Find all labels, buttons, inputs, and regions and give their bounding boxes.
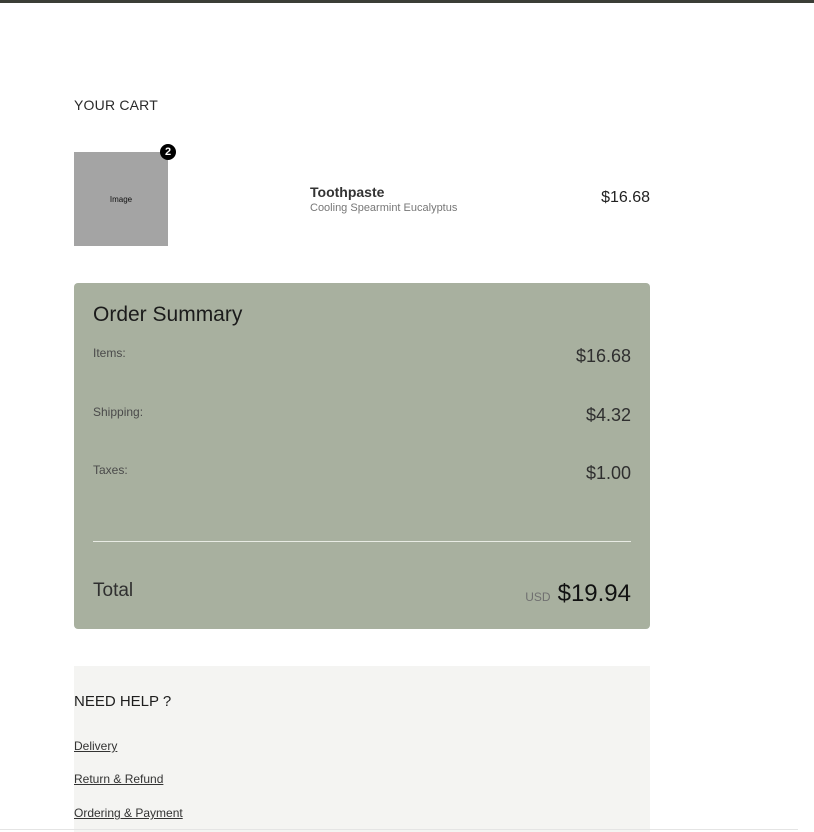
total-value: $19.94 — [557, 580, 631, 607]
bottom-divider — [0, 829, 798, 830]
return-refund-link[interactable]: Return & Refund — [74, 772, 163, 786]
product-price: $16.68 — [601, 189, 650, 206]
shipping-value: $4.32 — [585, 405, 631, 425]
items-label: Items: — [93, 346, 126, 360]
currency-code: USD — [525, 590, 551, 604]
delivery-link[interactable]: Delivery — [74, 739, 117, 753]
help-title: NEED HELP ? — [74, 693, 172, 710]
order-summary: Order Summary Items: $16.68 Shipping: $4… — [74, 283, 650, 629]
product-image: Image — [74, 152, 168, 246]
top-bar — [0, 0, 814, 3]
taxes-value: $1.00 — [585, 463, 631, 483]
summary-divider — [93, 541, 631, 542]
ordering-payment-link[interactable]: Ordering & Payment — [74, 806, 183, 820]
cart-title: YOUR CART — [74, 97, 158, 113]
image-placeholder-label: Image — [109, 194, 133, 204]
taxes-label: Taxes: — [93, 463, 128, 477]
product-variant: Cooling Spearmint Eucalyptus — [310, 202, 458, 214]
product-name[interactable]: Toothpaste — [310, 184, 384, 200]
total-amount: USD $19.94 — [525, 580, 631, 608]
items-value: $16.68 — [575, 346, 631, 366]
help-section: NEED HELP ? Delivery Return & Refund Ord… — [74, 666, 650, 832]
quantity-badge: 2 — [160, 144, 176, 160]
order-summary-title: Order Summary — [93, 303, 243, 326]
shipping-label: Shipping: — [93, 405, 144, 419]
total-label: Total — [93, 580, 134, 601]
